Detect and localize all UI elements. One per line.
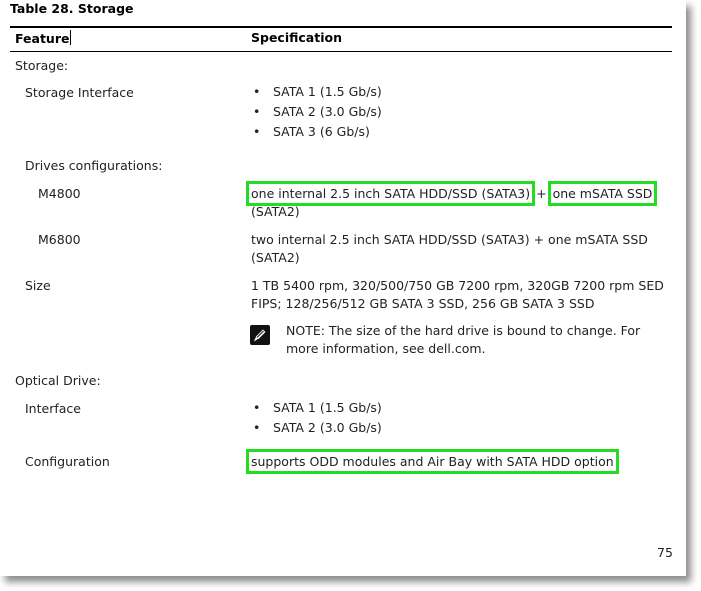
optical-configuration-highlight: supports ODD modules and Air Bay with SA…: [246, 449, 619, 474]
m4800-highlight-internal: one internal 2.5 inch SATA HDD/SSD (SATA…: [245, 181, 536, 206]
m4800-plus: +: [536, 186, 547, 201]
size-label: Size: [25, 278, 51, 293]
note-text-line1: The size of the hard drive is bound to c…: [328, 323, 641, 338]
optical-section-label: Optical Drive:: [15, 373, 101, 388]
m6800-label: M6800: [38, 232, 81, 247]
optical-interface-list: SATA 1 (1.5 Gb/s) SATA 2 (3.0 Gb/s): [251, 398, 382, 438]
note-line1: NOTE: The size of the hard drive is boun…: [286, 322, 640, 340]
list-item: SATA 2 (3.0 Gb/s): [251, 418, 382, 438]
storage-section-label: Storage:: [15, 58, 69, 73]
list-item: SATA 3 (6 Gb/s): [251, 122, 382, 142]
size-spec-line2: FIPS; 128/256/512 GB SATA 3 SSD, 256 GB …: [251, 296, 595, 311]
drives-config-label: Drives configurations:: [25, 158, 163, 173]
optical-configuration-label: Configuration: [25, 454, 110, 469]
note-line2: more information, see dell.com.: [286, 341, 486, 356]
header-feature-label: Feature: [15, 31, 70, 46]
list-item: SATA 1 (1.5 Gb/s): [251, 398, 382, 418]
list-item: SATA 1 (1.5 Gb/s): [251, 82, 382, 102]
table-title: Table 28. Storage: [10, 1, 134, 16]
size-spec-line1: 1 TB 5400 rpm, 320/500/750 GB 7200 rpm, …: [251, 278, 664, 293]
header-top-rule: [10, 26, 672, 28]
pencil-note-icon-svg: [254, 329, 266, 342]
storage-interface-list: SATA 1 (1.5 Gb/s) SATA 2 (3.0 Gb/s) SATA…: [251, 82, 382, 142]
text-cursor: [70, 30, 72, 45]
m4800-spec-line1: one internal 2.5 inch SATA HDD/SSD (SATA…: [245, 181, 658, 206]
page-number: 75: [657, 545, 673, 560]
optical-interface-label: Interface: [25, 401, 81, 416]
m6800-spec-line1: two internal 2.5 inch SATA HDD/SSD (SATA…: [251, 232, 648, 247]
header-bottom-rule: [10, 51, 672, 52]
m6800-spec-line2: (SATA2): [251, 250, 300, 265]
header-feature: Feature: [15, 30, 72, 46]
note-label: NOTE:: [286, 323, 325, 338]
header-specification: Specification: [251, 30, 342, 45]
m4800-highlight-msata: one mSATA SSD: [547, 181, 658, 206]
pencil-note-icon: [250, 325, 270, 345]
list-item: SATA 2 (3.0 Gb/s): [251, 102, 382, 122]
optical-configuration-spec: supports ODD modules and Air Bay with SA…: [246, 449, 619, 474]
document-page: Table 28. Storage Feature Specification …: [0, 0, 686, 576]
storage-interface-label: Storage Interface: [25, 85, 134, 100]
m4800-label: M4800: [38, 186, 81, 201]
m4800-spec-line2: (SATA2): [251, 204, 300, 219]
